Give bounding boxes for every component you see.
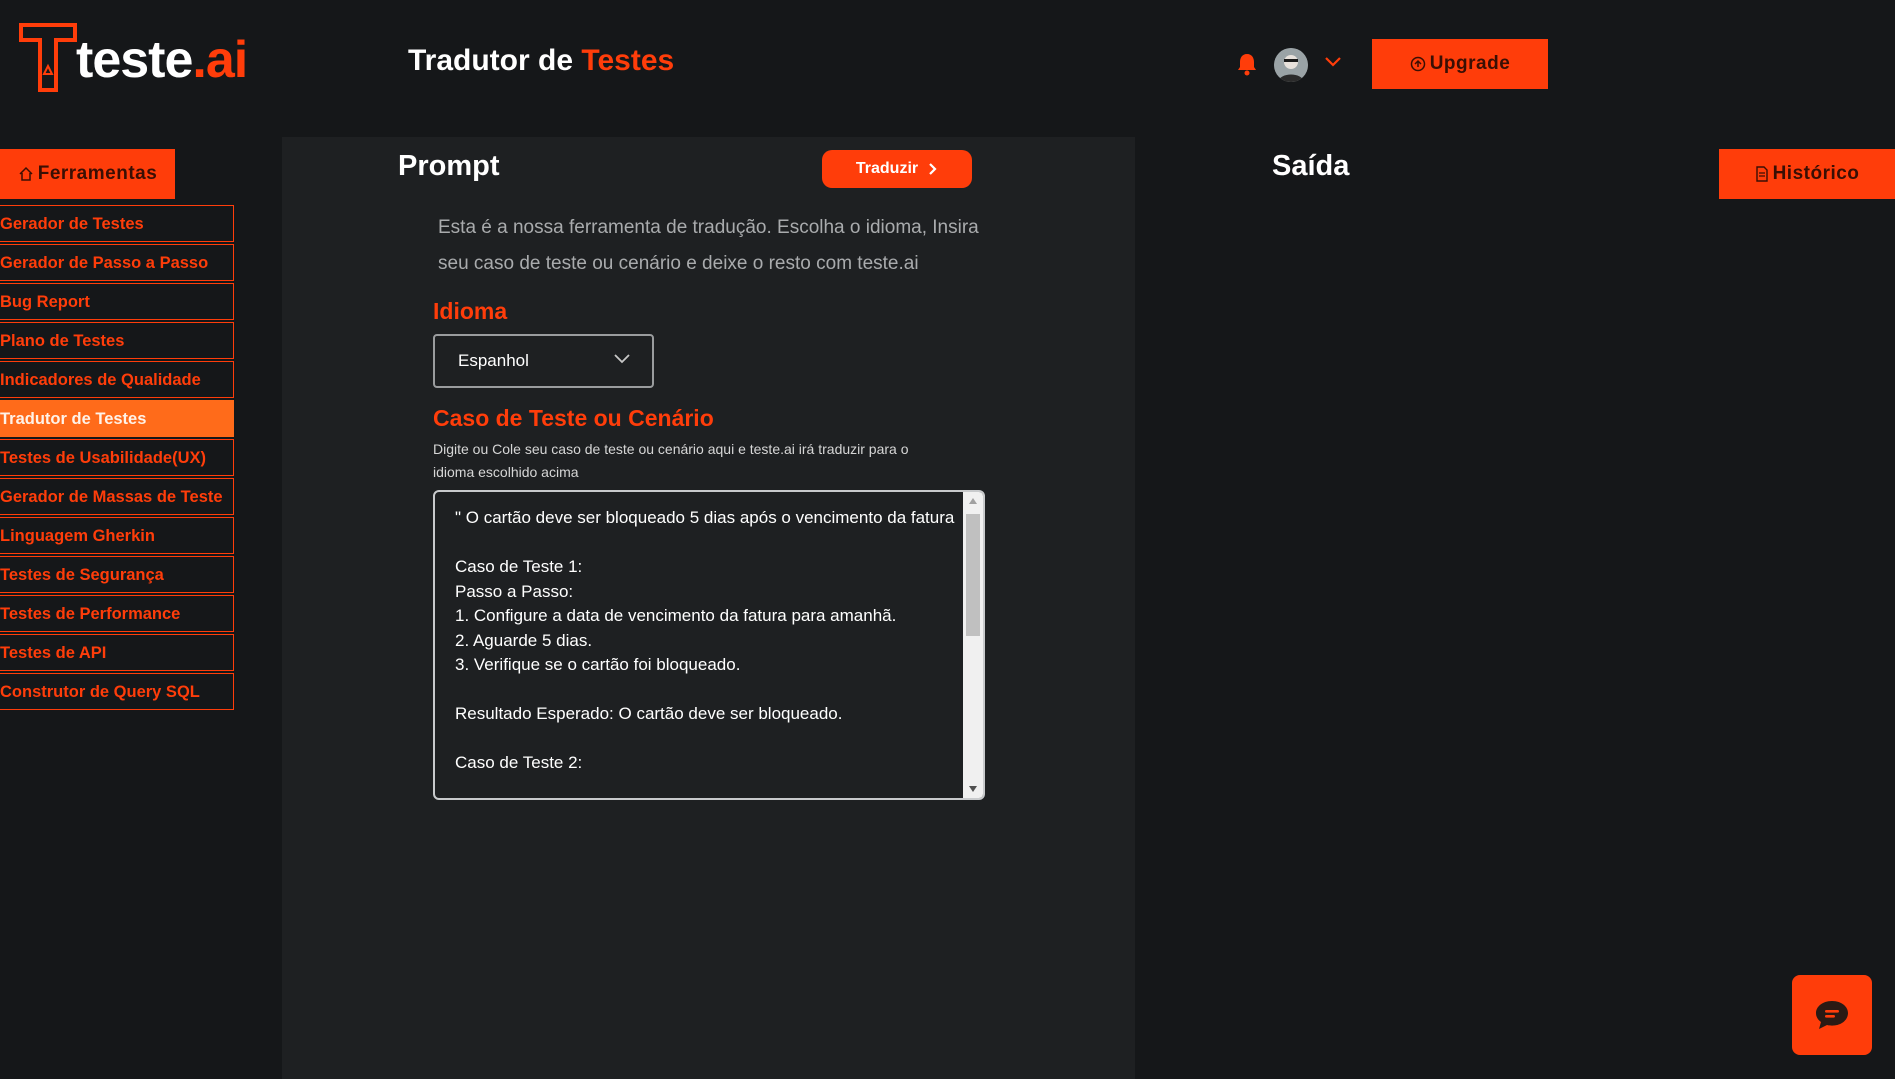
sidebar-item[interactable]: Gerador de Massas de Teste [0, 478, 234, 515]
sidebar-item[interactable]: Bug Report [0, 283, 234, 320]
avatar-image [1274, 48, 1308, 82]
upgrade-icon [1410, 56, 1425, 72]
test-case-label: Caso de Teste ou Cenário [433, 405, 714, 431]
sidebar-item[interactable]: Gerador de Passo a Passo [0, 244, 234, 281]
textarea-scrollbar[interactable] [963, 492, 983, 798]
test-case-hint: Digite ou Cole seu caso de teste ou cená… [433, 441, 909, 480]
document-icon [1755, 166, 1768, 182]
sidebar-item[interactable]: Plano de Testes [0, 322, 234, 359]
sidebar-tools-list: Gerador de Testes Gerador de Passo a Pass… [0, 205, 234, 712]
tools-label: Ferramentas [37, 163, 158, 184]
sidebar-item[interactable]: Gerador de Testes [0, 205, 234, 242]
bell-icon[interactable] [1236, 52, 1258, 76]
brand-logo[interactable]: teste.ai [18, 22, 258, 94]
sidebar-item[interactable]: Testes de Usabilidade(UX) [0, 439, 234, 476]
scroll-down-arrow[interactable] [969, 786, 977, 792]
history-label: Histórico [1772, 163, 1860, 184]
sidebar-item[interactable]: Testes de Segurança [0, 556, 234, 593]
scroll-up-arrow[interactable] [969, 498, 977, 504]
tools-button[interactable]: Ferramentas [0, 149, 175, 199]
sidebar-item[interactable]: Linguagem Gherkin [0, 517, 234, 554]
translate-label: Traduzir [855, 160, 919, 177]
sidebar-item[interactable]: Testes de Performance [0, 595, 234, 632]
prompt-heading: Prompt [398, 150, 500, 182]
language-label: Idioma [433, 298, 508, 324]
translate-button[interactable]: Traduzir [822, 150, 972, 188]
test-case-text: " O cartão deve ser bloqueado 5 dias apó… [455, 508, 955, 772]
chevron-down-icon[interactable] [1324, 56, 1342, 68]
upgrade-button[interactable]: Upgrade [1372, 39, 1548, 89]
test-case-textarea[interactable]: " O cartão deve ser bloqueado 5 dias apó… [433, 490, 985, 800]
output-heading: Saída [1272, 150, 1350, 182]
history-button[interactable]: Histórico [1719, 149, 1895, 199]
chat-button[interactable] [1792, 975, 1872, 1055]
chevron-right-icon [929, 163, 937, 175]
tool-description: Esta é a nossa ferramenta de tradução. E… [438, 217, 979, 274]
scroll-thumb[interactable] [966, 514, 980, 636]
sidebar-item[interactable]: Testes de API [0, 634, 234, 671]
sidebar-item[interactable]: Tradutor de Testes [0, 400, 234, 437]
logo-t-icon [19, 23, 77, 92]
page-title: Tradutor de Testes [408, 44, 675, 77]
sidebar-item[interactable]: Construtor de Query SQL [0, 673, 234, 710]
home-icon [19, 166, 33, 181]
brand-name: teste.ai [76, 31, 248, 89]
user-avatar[interactable] [1274, 48, 1308, 82]
sidebar-item[interactable]: Indicadores de Qualidade [0, 361, 234, 398]
language-select[interactable]: Espanhol [433, 334, 654, 388]
upgrade-label: Upgrade [1429, 53, 1511, 74]
chat-icon [1816, 1001, 1848, 1029]
chevron-down-icon [614, 354, 630, 364]
language-value: Espanhol [458, 351, 529, 370]
